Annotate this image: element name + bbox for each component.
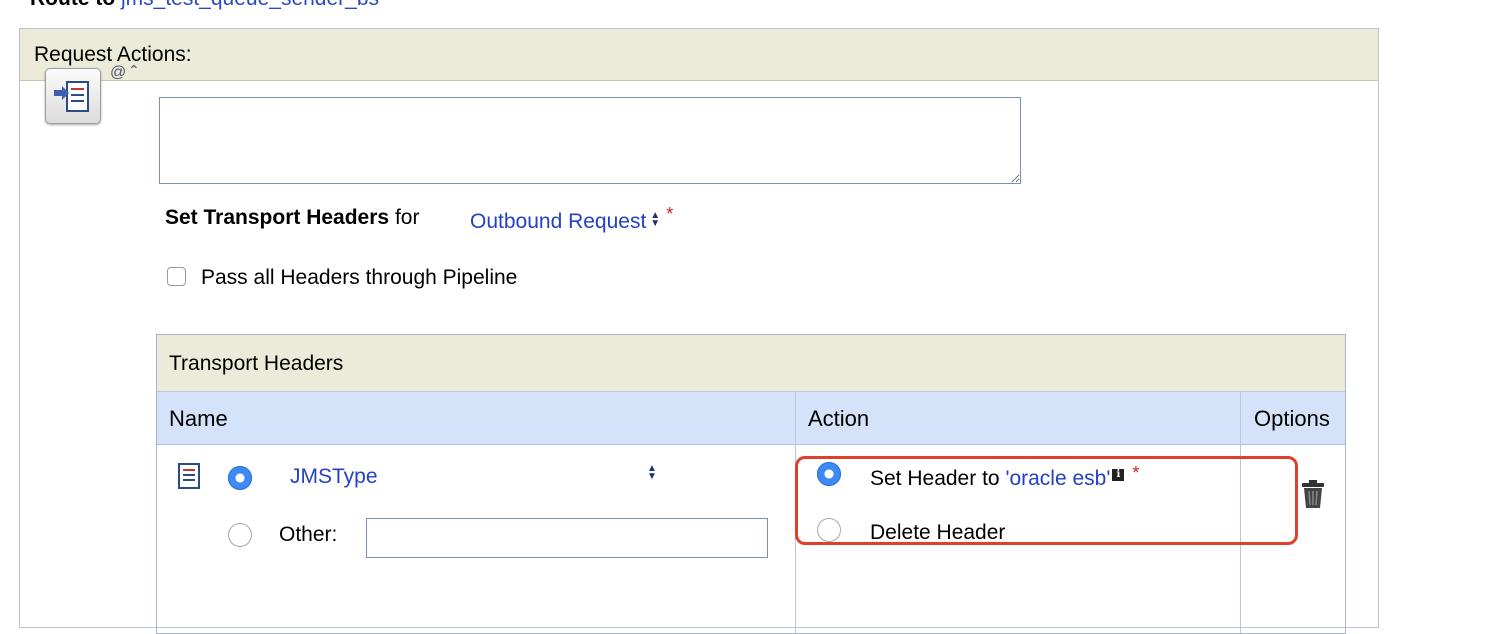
header-name-select[interactable]: JMSType bbox=[290, 465, 378, 489]
delete-header-label: Delete Header bbox=[870, 521, 1006, 544]
other-label: Other: bbox=[279, 523, 338, 546]
set-transport-headers-title: Set Transport Headers bbox=[165, 206, 390, 229]
select-arrows-icon: ▲ ▼ bbox=[647, 463, 657, 482]
trash-icon[interactable] bbox=[1300, 479, 1326, 515]
column-divider bbox=[795, 392, 796, 633]
delete-header-radio[interactable] bbox=[817, 518, 841, 542]
transport-headers-table: Transport Headers Name Action Options JM… bbox=[156, 334, 1346, 634]
set-header-radio[interactable] bbox=[817, 462, 841, 486]
request-actions-header: Request Actions: bbox=[20, 29, 1378, 81]
route-stage-icon[interactable] bbox=[45, 68, 101, 124]
set-header-action: Set Header to 'oracle esb' i * bbox=[870, 463, 1139, 491]
pass-all-headers-row: Pass all Headers through Pipeline bbox=[167, 266, 517, 290]
document-icon[interactable] bbox=[177, 462, 201, 496]
header-name-radio[interactable] bbox=[228, 466, 252, 490]
outbound-request-value: Outbound Request bbox=[470, 210, 647, 233]
route-service-link[interactable]: jms_test_queue_sender_bs bbox=[121, 0, 379, 10]
required-marker: * bbox=[666, 204, 674, 224]
pass-all-headers-label: Pass all Headers through Pipeline bbox=[201, 266, 518, 289]
route-label: Route to bbox=[30, 0, 115, 10]
outbound-request-select[interactable]: Outbound Request ▲ ▼ * bbox=[470, 204, 673, 234]
other-header-input[interactable] bbox=[366, 518, 768, 558]
route-title: Route to jms_test_queue_sender_bs bbox=[30, 0, 379, 11]
column-divider bbox=[1240, 392, 1241, 633]
required-marker: * bbox=[1132, 463, 1140, 483]
select-arrows-icon: ▲ ▼ bbox=[650, 210, 661, 229]
collapse-chevrons-icon[interactable]: ⌃ bbox=[128, 62, 140, 79]
column-header-row: Name Action Options bbox=[157, 392, 1345, 445]
comment-textarea[interactable] bbox=[159, 97, 1021, 184]
set-transport-headers-for: for bbox=[394, 206, 420, 229]
annotation-at-icon[interactable]: @ bbox=[110, 64, 126, 82]
transport-headers-caption: Transport Headers bbox=[157, 335, 1345, 392]
other-radio[interactable] bbox=[228, 523, 252, 547]
set-transport-headers-label: Set Transport Headers for bbox=[165, 206, 419, 230]
pass-all-headers-checkbox[interactable] bbox=[167, 267, 186, 286]
info-icon[interactable]: i bbox=[1112, 469, 1125, 481]
set-header-label: Set Header to bbox=[870, 467, 1000, 490]
set-header-expression-link[interactable]: 'oracle esb' bbox=[1005, 467, 1110, 490]
column-action: Action bbox=[808, 406, 870, 431]
column-name: Name bbox=[169, 406, 228, 431]
column-options: Options bbox=[1254, 406, 1330, 431]
